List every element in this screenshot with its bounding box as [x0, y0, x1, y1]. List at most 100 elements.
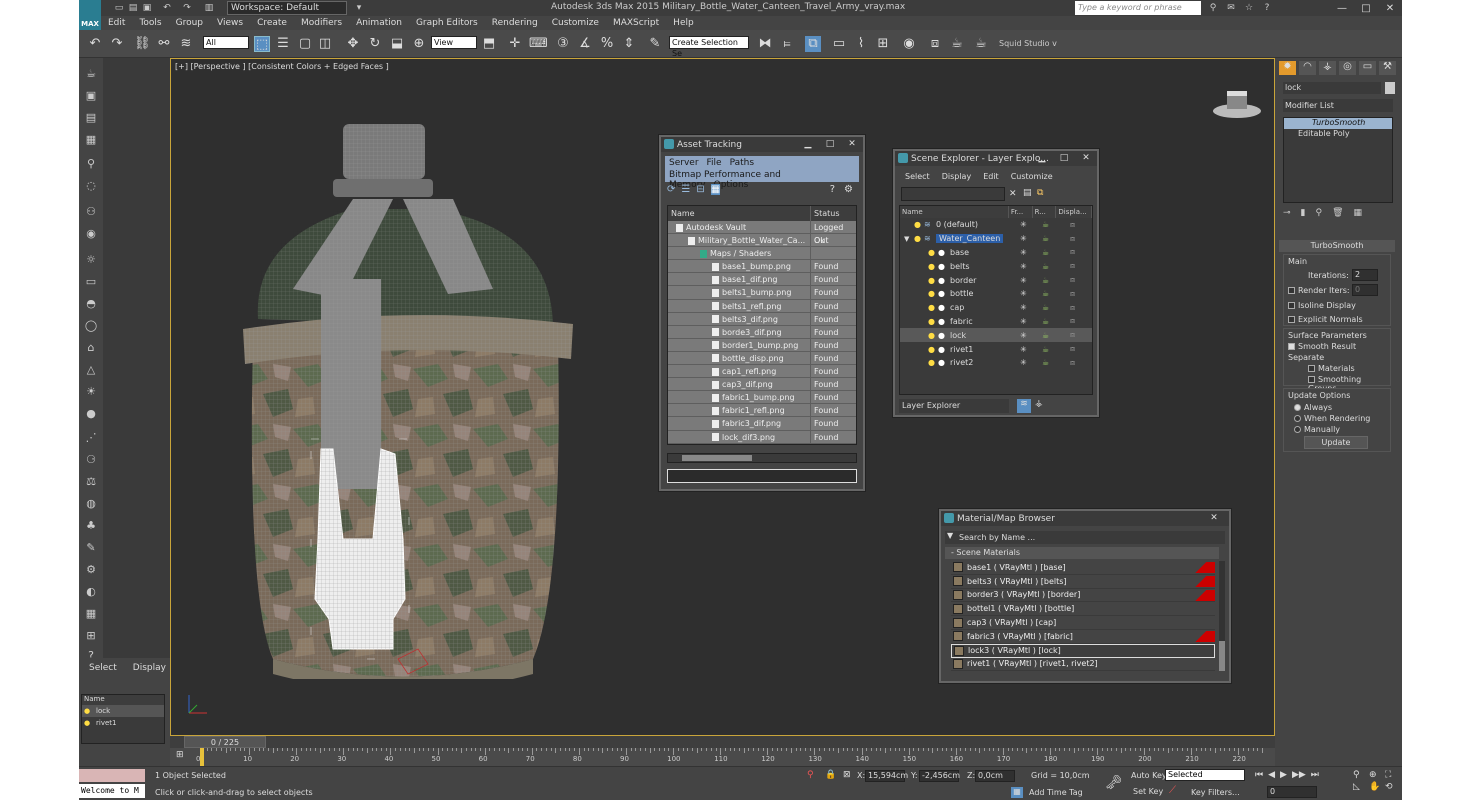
display-box-icon[interactable]: ⧈	[1070, 234, 1075, 244]
scale-icon[interactable]: ⬓	[389, 36, 405, 52]
render-teapot-icon[interactable]: ☕	[1042, 220, 1049, 229]
render-teapot-icon[interactable]: ☕	[1042, 345, 1049, 354]
viewport-label[interactable]: [+] [Perspective ] [Consistent Colors + …	[175, 62, 389, 71]
mb-scrollbar[interactable]	[1219, 561, 1225, 671]
expand-arrow-icon[interactable]: ▼	[904, 235, 909, 243]
display-box-icon[interactable]: ⧈	[1070, 220, 1075, 230]
se-row-border[interactable]: ● ● border ✳ ☕ ⧈	[900, 273, 1092, 287]
render-teapot-icon[interactable]: ☕	[1042, 234, 1049, 243]
left-tool-11-icon[interactable]: ◯	[83, 318, 99, 334]
freeze-icon[interactable]: ✳	[1020, 345, 1027, 354]
freeze-icon[interactable]: ✳	[1020, 289, 1027, 298]
se-clear-icon[interactable]: ✕	[1009, 189, 1017, 199]
minimize-icon[interactable]: —	[1330, 0, 1354, 16]
display-box-icon[interactable]: ⧈	[1070, 316, 1075, 326]
left-tool-17-icon[interactable]: ⚆	[83, 452, 99, 468]
mb-group-header[interactable]: - Scene Materials	[945, 547, 1219, 559]
se-menu-select[interactable]: Select	[905, 172, 930, 181]
info-center-icon[interactable]: ✉	[1225, 2, 1237, 14]
at-col-name[interactable]: Name	[668, 206, 811, 221]
render-iters-spinner[interactable]: 0	[1352, 284, 1378, 296]
max-logo[interactable]: MAX	[79, 0, 101, 30]
menu-tools[interactable]: Tools	[132, 16, 168, 30]
mb-options-icon[interactable]: ▼	[947, 531, 953, 540]
menu-modifiers[interactable]: Modifiers	[294, 16, 349, 30]
se-menu-customize[interactable]: Customize	[1011, 172, 1053, 181]
link-icon[interactable]: ⛓	[134, 36, 151, 52]
lightbulb-icon[interactable]: ●	[914, 220, 921, 229]
at-help-icon[interactable]: ?	[830, 184, 835, 195]
se-search-input[interactable]	[901, 187, 1005, 201]
display-tab-icon[interactable]: ▭	[1359, 61, 1376, 75]
snaps-toggle-icon[interactable]: ③	[555, 36, 571, 52]
when-rendering-radio[interactable]	[1294, 415, 1301, 422]
utilities-tab-icon[interactable]: ⚒	[1379, 61, 1396, 75]
display-box-icon[interactable]: ⧈	[1070, 289, 1075, 299]
freeze-icon[interactable]: ✳	[1020, 331, 1027, 340]
material-row[interactable]: cap3 ( VRayMtl ) [cap]	[951, 616, 1215, 630]
lightbulb-icon[interactable]: ●	[928, 262, 935, 271]
goto-start-icon[interactable]: ⏮	[1255, 770, 1263, 780]
left-tool-24-icon[interactable]: ▦	[83, 606, 99, 622]
mini-curve-icon[interactable]: ⊞	[176, 750, 184, 760]
left-tool-14-icon[interactable]: ☀	[83, 384, 99, 400]
material-row[interactable]: base1 ( VRayMtl ) [base]	[951, 561, 1215, 575]
spinner-snap-icon[interactable]: ⇕	[621, 36, 637, 52]
left-tool-15-icon[interactable]: ●	[83, 406, 99, 422]
lightbulb-icon[interactable]: ●	[928, 317, 935, 326]
isoline-checkbox[interactable]	[1288, 302, 1295, 309]
se-close-icon[interactable]: ✕	[1075, 151, 1097, 165]
y-coord-field[interactable]: -2,456cm	[919, 770, 960, 782]
dock-tab-select[interactable]: Select	[89, 663, 117, 673]
se-row-rivet2[interactable]: ● ● rivet2 ✳ ☕ ⧈	[900, 356, 1092, 370]
se-row-rivet1[interactable]: ● ● rivet1 ✳ ☕ ⧈	[900, 342, 1092, 356]
left-tool-9-icon[interactable]: ▭	[83, 274, 99, 290]
se-row-base[interactable]: ● ● base ✳ ☕ ⧈	[900, 246, 1092, 260]
prev-frame-icon[interactable]: ◀	[1268, 770, 1275, 780]
menu-customize[interactable]: Customize	[545, 16, 606, 30]
canteen-model[interactable]	[233, 119, 593, 679]
display-box-icon[interactable]: ⧈	[1070, 247, 1075, 257]
object-color-swatch[interactable]	[1385, 82, 1395, 94]
keyboard-shortcut-icon[interactable]: ⌨	[529, 36, 548, 52]
render-teapot-icon[interactable]: ☕	[1042, 289, 1049, 298]
menu-rendering[interactable]: Rendering	[485, 16, 545, 30]
lightbulb-icon[interactable]: ●	[928, 289, 935, 298]
asset-row[interactable]: bottle_disp.png Found	[668, 351, 856, 366]
se-col-header[interactable]: Name	[900, 206, 1009, 218]
set-key-button[interactable]: Set Key	[1133, 787, 1163, 796]
se-row-water-canteen[interactable]: ▼ ● ≋ Water_Canteen ✳ ☕ ⧈	[900, 232, 1092, 246]
material-browser-titlebar[interactable]: Material/Map Browser ✕	[941, 511, 1229, 526]
help-search-input[interactable]: Type a keyword or phrase	[1075, 1, 1201, 15]
align-icon[interactable]: ⫢	[779, 36, 795, 52]
current-frame-marker[interactable]	[200, 748, 204, 766]
asset-row[interactable]: belts1_refl.png Found	[668, 299, 856, 313]
se-row-bottle[interactable]: ● ● bottle ✳ ☕ ⧈	[900, 287, 1092, 301]
z-coord-field[interactable]: 0,0cm	[975, 770, 1015, 782]
smooth-result-checkbox[interactable]	[1288, 343, 1295, 350]
display-box-icon[interactable]: ⧈	[1070, 358, 1075, 368]
asset-row[interactable]: cap3_dif.png Found	[668, 378, 856, 392]
render-teapot-icon[interactable]: ☕	[1042, 303, 1049, 312]
freeze-icon[interactable]: ✳	[1020, 317, 1027, 326]
se-row-lock[interactable]: ● ● lock ✳ ☕ ⧈	[900, 328, 1092, 343]
freeze-icon[interactable]: ✳	[1020, 358, 1027, 367]
make-unique-icon[interactable]: ⚲	[1316, 208, 1323, 218]
table-view-icon[interactable]: ▦	[710, 184, 721, 195]
current-frame-field[interactable]: 0	[1267, 786, 1317, 798]
iterations-spinner[interactable]: 2	[1352, 269, 1378, 281]
named-selection-dropdown[interactable]: Create Selection Se	[669, 36, 749, 58]
render-teapot-icon[interactable]: ☕	[1042, 331, 1049, 340]
mirror-icon[interactable]: ⧓	[757, 36, 773, 52]
left-tool-19-icon[interactable]: ◍	[83, 496, 99, 512]
left-tool-13-icon[interactable]: △	[83, 362, 99, 378]
edit-named-sel-icon[interactable]: ✎	[647, 36, 663, 52]
list-view-icon[interactable]: ☰	[681, 184, 690, 195]
se-maximize-icon[interactable]: □	[1053, 151, 1075, 165]
x-coord-field[interactable]: 15,594cm	[865, 770, 908, 782]
material-row[interactable]: belts3 ( VRayMtl ) [belts]	[951, 575, 1215, 589]
se-layer-add-icon[interactable]: ⧉	[1037, 188, 1043, 198]
tree-view-icon[interactable]: ⊟	[696, 184, 704, 195]
se-col-header[interactable]: Displa...	[1056, 206, 1092, 218]
redo-small-icon[interactable]: ↷	[181, 2, 193, 14]
